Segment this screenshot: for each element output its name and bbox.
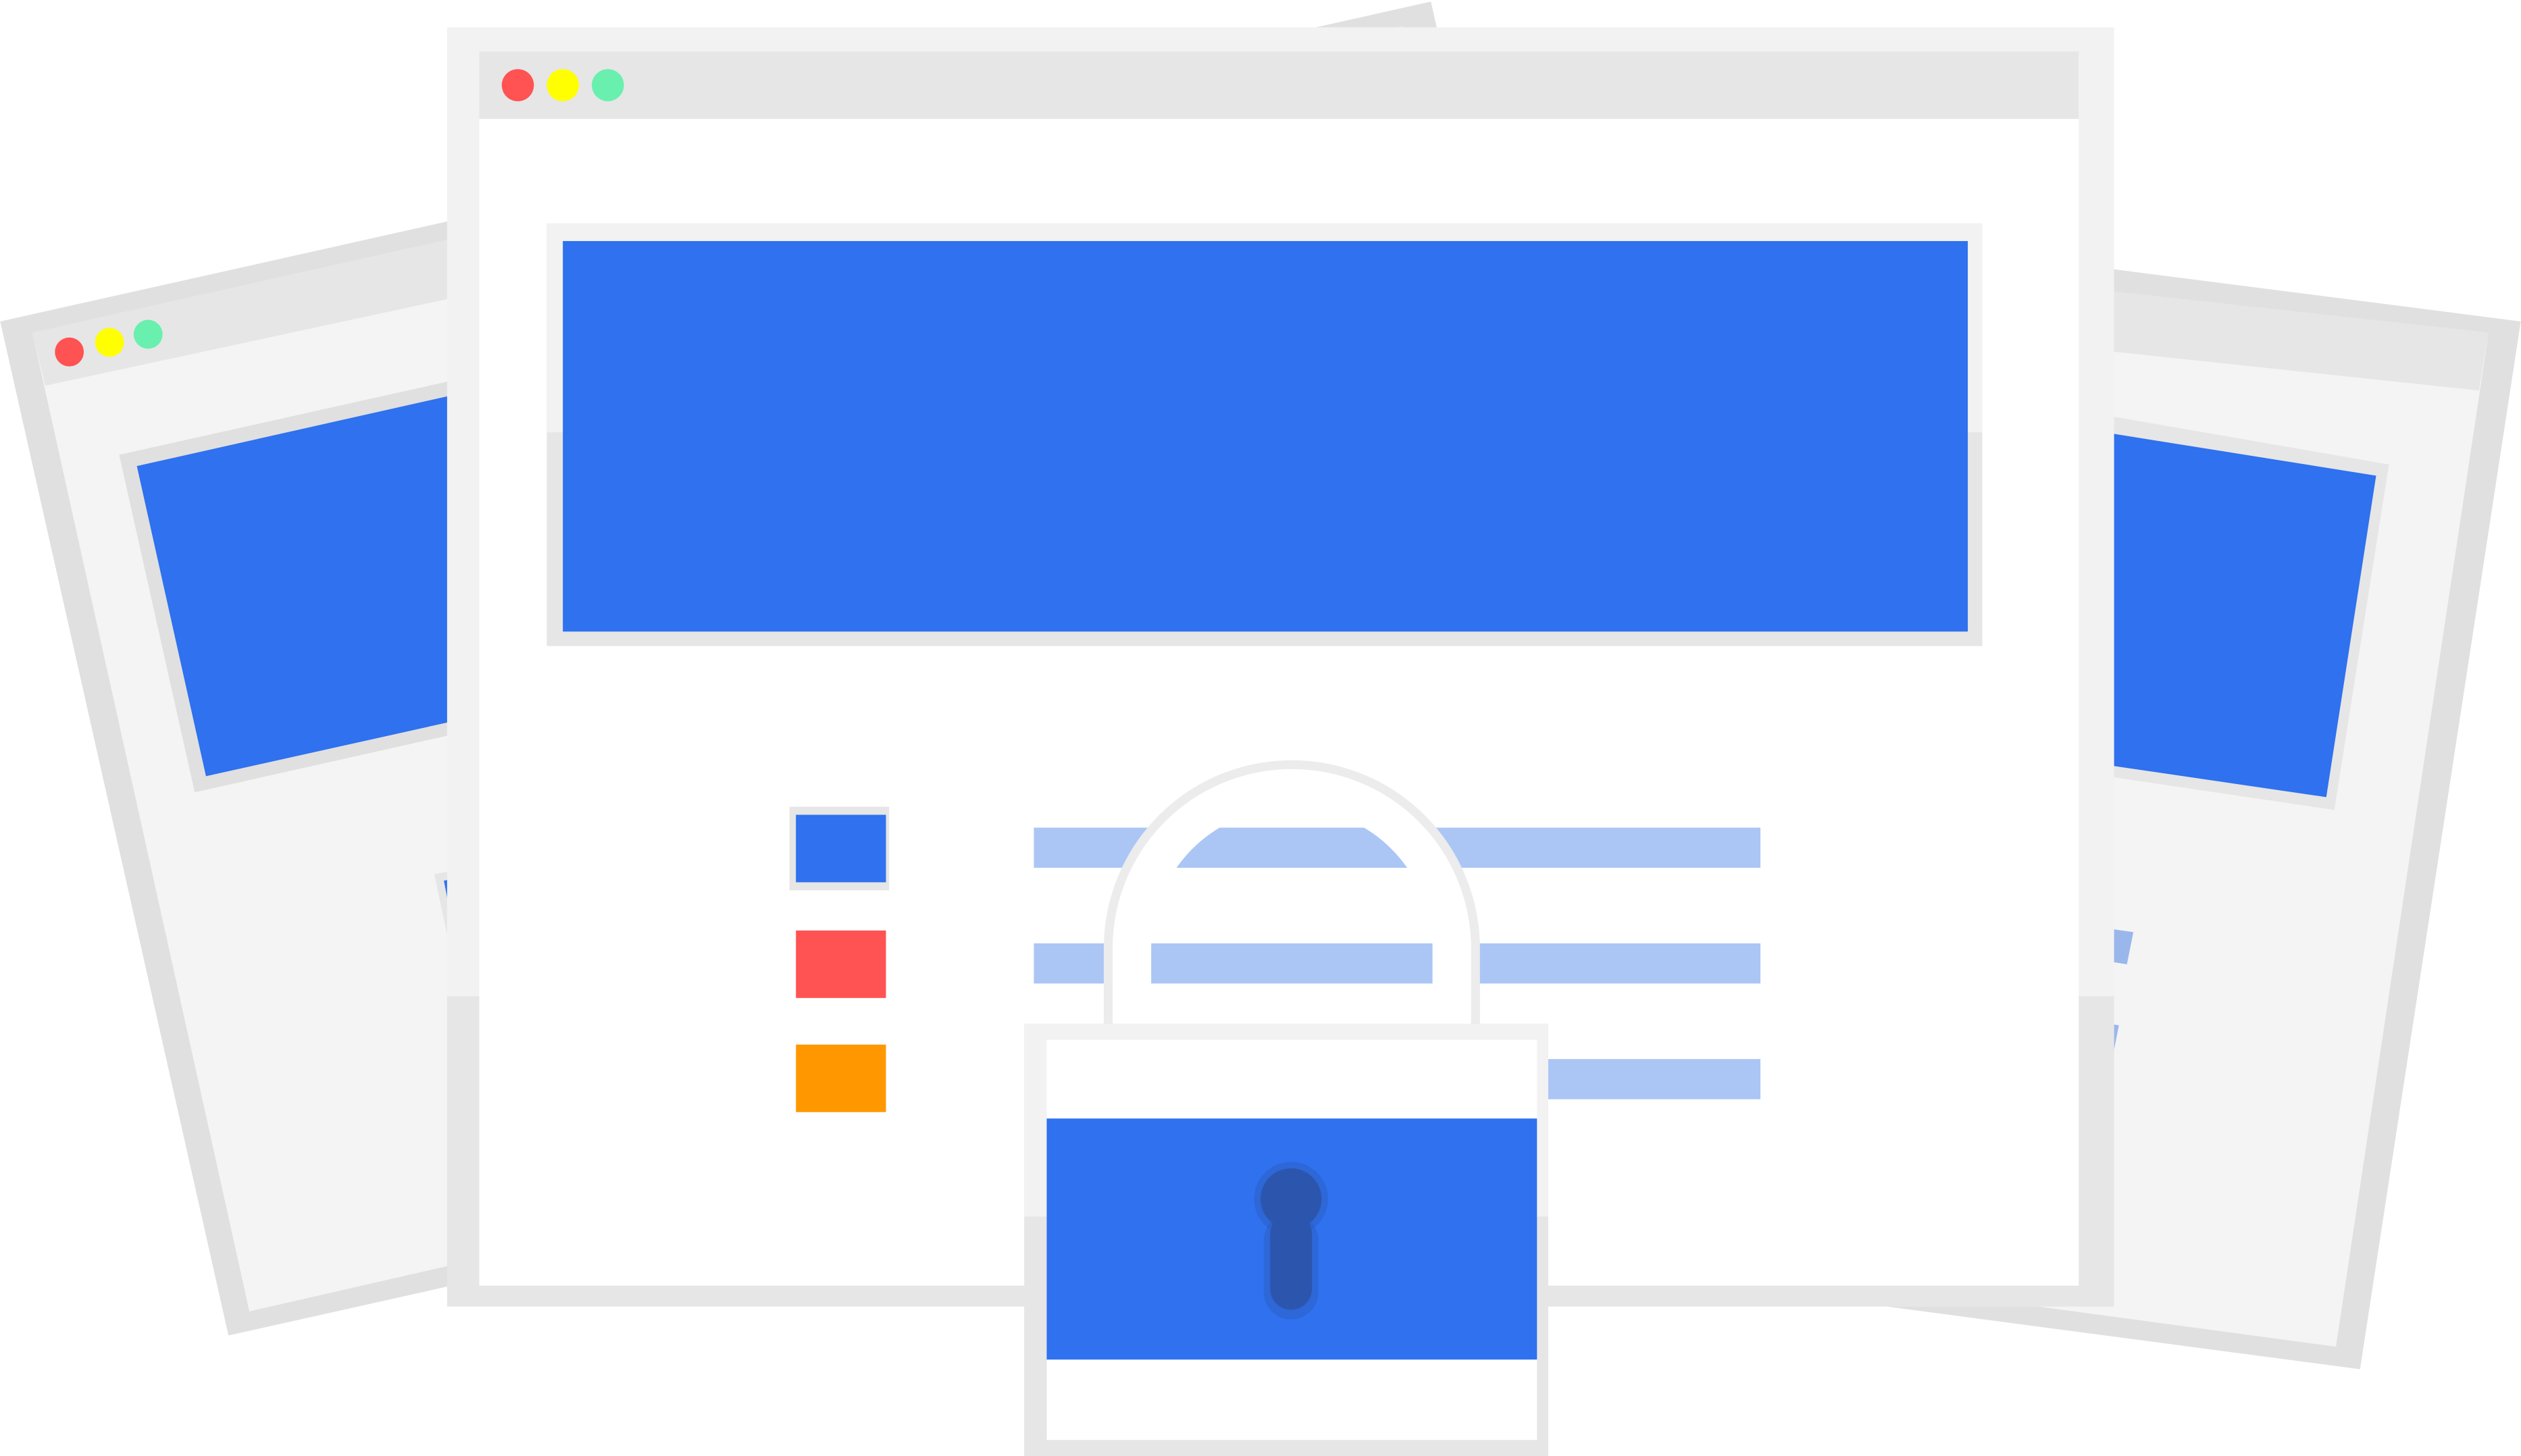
main-minimize-dot (546, 69, 580, 101)
keyhole-stem (1270, 1213, 1313, 1310)
main-hero-image (563, 240, 1968, 632)
back-left-close-dot (55, 337, 84, 367)
locked-browser-windows-illustration (0, 1, 2521, 1456)
list-item-icon-orange (796, 1044, 886, 1112)
back-right-hero-image (2074, 427, 2376, 798)
keyhole-icon (1254, 1162, 1328, 1320)
list-item-icon-blue (796, 814, 886, 883)
main-close-dot (501, 69, 534, 101)
list-item-icon-red (796, 930, 886, 998)
back-left-minimize-dot (95, 328, 124, 357)
back-left-maximize-dot (133, 319, 163, 349)
main-maximize-dot (592, 69, 624, 101)
main-window-titlebar (479, 51, 2079, 120)
